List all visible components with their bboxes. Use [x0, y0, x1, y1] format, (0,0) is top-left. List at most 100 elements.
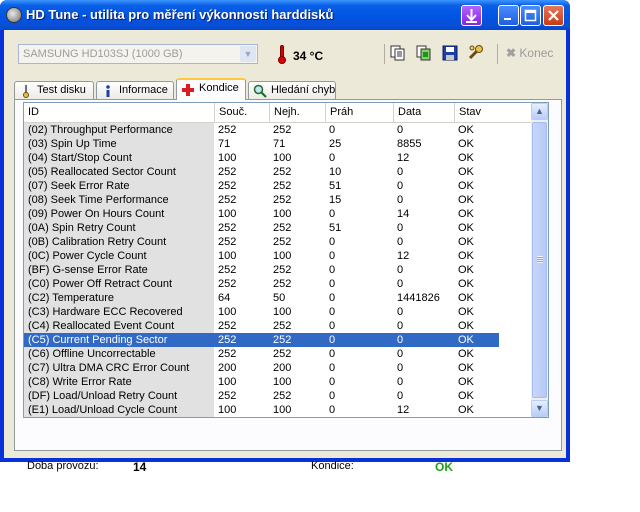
copy-screenshot-icon[interactable]	[415, 44, 433, 62]
cell-current: 100	[218, 208, 237, 220]
cell-data: 0	[393, 333, 454, 347]
close-icon	[548, 10, 559, 21]
tab-hledani-chyb[interactable]: Hledání chyb	[248, 81, 336, 99]
table-row[interactable]: (C7) Ultra DMA CRC Error Count 200 200 0 0 OK	[24, 361, 499, 375]
cell-status: OK	[458, 278, 474, 290]
table-row[interactable]: (0B) Calibration Retry Count 252 252 0 0 OK	[24, 235, 499, 249]
table-row[interactable]: (03) Spin Up Time 71 71 25 8855 OK	[24, 137, 499, 151]
copy-text-icon[interactable]	[389, 44, 407, 62]
cell-status: OK	[458, 404, 474, 416]
cell-current: 252	[214, 333, 269, 347]
cell-current: 252	[218, 124, 237, 136]
cell-id: (0B) Calibration Retry Count	[24, 235, 214, 249]
cell-data: 8855	[397, 138, 422, 150]
table-row[interactable]: (04) Start/Stop Count 100 100 0 12 OK	[24, 151, 499, 165]
table-row[interactable]: (05) Reallocated Sector Count 252 252 10 0 OK	[24, 165, 499, 179]
cell-worst: 252	[273, 320, 292, 332]
table-row[interactable]: (02) Throughput Performance 252 252 0 0 OK	[24, 123, 499, 137]
cell-worst: 252	[273, 390, 292, 402]
maximize-icon	[524, 9, 537, 22]
cell-current: 100	[218, 152, 237, 164]
cell-current: 252	[218, 320, 237, 332]
tab-kondice[interactable]: Kondice	[176, 78, 246, 100]
cell-current: 100	[218, 250, 237, 262]
exit-button[interactable]: ✖ Konec	[506, 46, 553, 60]
cell-data: 1441826	[397, 292, 440, 304]
vertical-scrollbar[interactable]: ▲ ▼	[531, 103, 548, 417]
table-row[interactable]: (07) Seek Error Rate 252 252 51 0 OK	[24, 179, 499, 193]
column-header-worst[interactable]: Nejh.	[269, 103, 325, 122]
health-panel: ID Souč. Nejh. Práh Data Stav (02) Throu…	[14, 99, 562, 474]
table-row[interactable]: (08) Seek Time Performance 252 252 15 0 OK	[24, 193, 499, 207]
cell-id: (07) Seek Error Rate	[24, 179, 214, 193]
cell-id: (E1) Load/Unload Cycle Count	[24, 403, 214, 417]
cell-id: (C4) Reallocated Event Count	[24, 319, 214, 333]
benchmark-icon	[23, 85, 29, 98]
table-row[interactable]: (BF) G-sense Error Rate 252 252 0 0 OK	[24, 263, 499, 277]
drive-select[interactable]: SAMSUNG HD103SJ (1000 GB) ▼	[18, 44, 258, 64]
column-header-threshold[interactable]: Práh	[325, 103, 393, 122]
cell-threshold: 0	[329, 306, 336, 318]
cell-data: 0	[397, 362, 404, 374]
cell-current: 100	[218, 404, 237, 416]
table-row[interactable]: (C2) Temperature 64 50 0 1441826 OK	[24, 291, 499, 305]
column-header-id[interactable]: ID	[24, 103, 214, 122]
cell-status: OK	[458, 138, 474, 150]
cell-id: (C2) Temperature	[24, 291, 214, 305]
close-button[interactable]	[543, 5, 564, 26]
cell-status: OK	[458, 376, 474, 388]
cell-current: 252	[218, 278, 237, 290]
table-row[interactable]: (C6) Offline Uncorrectable 252 252 0 0 OK	[24, 347, 499, 361]
cell-threshold: 0	[329, 264, 336, 276]
cell-status: OK	[458, 208, 474, 220]
app-icon[interactable]	[6, 7, 22, 23]
cell-threshold: 0	[329, 390, 336, 402]
cell-worst: 100	[273, 404, 292, 416]
table-row[interactable]: (C5) Current Pending Sector 252 252 0 0 OK	[24, 333, 499, 347]
title-bar[interactable]: HD Tune - utilita pro měření výkonnosti …	[0, 0, 570, 30]
cell-status: OK	[458, 152, 474, 164]
table-row[interactable]: (DF) Load/Unload Retry Count 252 252 0 0 OK	[24, 389, 499, 403]
table-row[interactable]: (0C) Power Cycle Count 100 100 0 12 OK	[24, 249, 499, 263]
tab-test-disku[interactable]: Test disku	[14, 81, 94, 99]
cell-status: OK	[458, 306, 474, 318]
cell-threshold: 0	[329, 250, 336, 262]
column-header-status[interactable]: Stav	[454, 103, 534, 122]
scroll-up-button[interactable]: ▲	[531, 103, 548, 120]
table-row[interactable]: (C4) Reallocated Event Count 252 252 0 0 OK	[24, 319, 499, 333]
table-row[interactable]: (0A) Spin Retry Count 252 252 51 0 OK	[24, 221, 499, 235]
table-row[interactable]: (E1) Load/Unload Cycle Count 100 100 0 12 OK	[24, 403, 499, 417]
save-icon[interactable]	[441, 44, 459, 62]
cell-worst: 100	[273, 306, 292, 318]
hdtune-menu-button[interactable]	[461, 5, 482, 26]
cell-threshold: 51	[329, 222, 342, 234]
cell-threshold: 0	[329, 404, 336, 416]
table-row[interactable]: (C3) Hardware ECC Recovered 100 100 0 0 OK	[24, 305, 499, 319]
cell-status: OK	[458, 222, 474, 234]
options-icon[interactable]	[467, 44, 485, 62]
minimize-button[interactable]	[498, 5, 519, 26]
smart-attributes-table[interactable]: ID Souč. Nejh. Práh Data Stav (02) Throu…	[23, 102, 549, 418]
tab-informace[interactable]: Informace	[96, 81, 174, 99]
cell-worst: 100	[273, 250, 292, 262]
scroll-down-button[interactable]: ▼	[531, 400, 548, 417]
table-row[interactable]: (09) Power On Hours Count 100 100 0 14 OK	[24, 207, 499, 221]
cell-worst: 252	[273, 180, 292, 192]
maximize-button[interactable]	[520, 5, 541, 26]
tab-label: Kondice	[199, 82, 239, 94]
column-header-current[interactable]: Souč.	[214, 103, 269, 122]
scroll-thumb[interactable]	[532, 122, 547, 398]
table-row[interactable]: (C8) Write Error Rate 100 100 0 0 OK	[24, 375, 499, 389]
minimize-icon	[504, 18, 511, 20]
cell-data: 0	[397, 348, 404, 360]
column-header-data[interactable]: Data	[393, 103, 454, 122]
cell-current: 252	[218, 194, 237, 206]
table-row[interactable]: (C0) Power Off Retract Count 252 252 0 0 OK	[24, 277, 499, 291]
cell-id: (03) Spin Up Time	[24, 137, 214, 151]
chevron-down-icon[interactable]: ▼	[240, 46, 256, 62]
cell-worst: 252	[273, 264, 292, 276]
cell-current: 100	[218, 306, 237, 318]
health-label: Kondice:	[311, 460, 354, 472]
cell-status: OK	[458, 236, 474, 248]
exit-label: Konec	[519, 46, 554, 60]
